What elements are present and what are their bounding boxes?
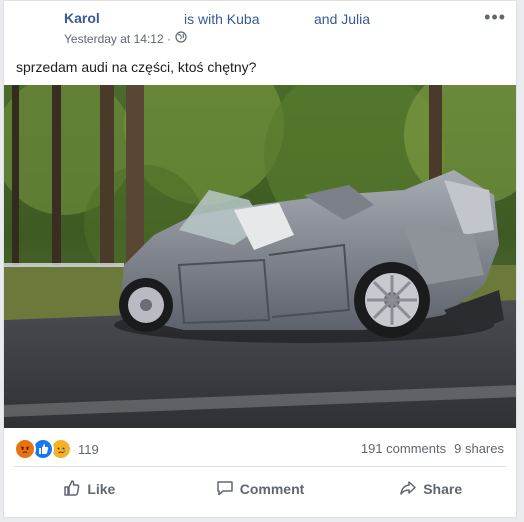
- author-name[interactable]: Karol: [64, 10, 100, 26]
- like-button[interactable]: Like: [4, 467, 175, 511]
- post-header: Karol is with Kuba and Julia Yesterday a…: [4, 1, 516, 53]
- post-card: Karol is with Kuba and Julia Yesterday a…: [3, 0, 517, 518]
- share-icon: [399, 479, 417, 500]
- post-meta: Yesterday at 14:12 ·: [64, 31, 187, 46]
- engagement-counts: 191 comments 9 shares: [361, 441, 504, 456]
- thumbs-up-icon: [63, 479, 81, 500]
- share-button[interactable]: Share: [345, 467, 516, 511]
- comment-label: Comment: [239, 481, 305, 497]
- angry-reaction-icon: [14, 438, 36, 460]
- shares-count[interactable]: 9 shares: [454, 441, 504, 456]
- like-label: Like: [87, 481, 116, 497]
- comment-button[interactable]: Comment: [175, 467, 346, 511]
- tagged-with-kuba[interactable]: is with Kuba: [184, 11, 259, 27]
- action-bar: Like Comment Share: [4, 467, 516, 511]
- post-text: sprzedam audi na części, ktoś chętny?: [16, 59, 257, 75]
- share-label: Share: [423, 481, 463, 497]
- reaction-count[interactable]: 119: [78, 442, 99, 457]
- post-stats: 119 191 comments 9 shares: [4, 428, 516, 466]
- post-timestamp[interactable]: Yesterday at 14:12 ·: [64, 32, 171, 46]
- comments-count[interactable]: 191 comments: [361, 441, 446, 456]
- crashed-car-photo: [4, 85, 516, 428]
- post-photo[interactable]: [4, 85, 516, 428]
- more-options-icon[interactable]: •••: [484, 7, 506, 28]
- globe-icon: [175, 31, 187, 46]
- tagged-and-julia[interactable]: and Julia: [314, 11, 370, 27]
- reactions-summary[interactable]: 119: [14, 438, 99, 460]
- comment-icon: [216, 479, 234, 500]
